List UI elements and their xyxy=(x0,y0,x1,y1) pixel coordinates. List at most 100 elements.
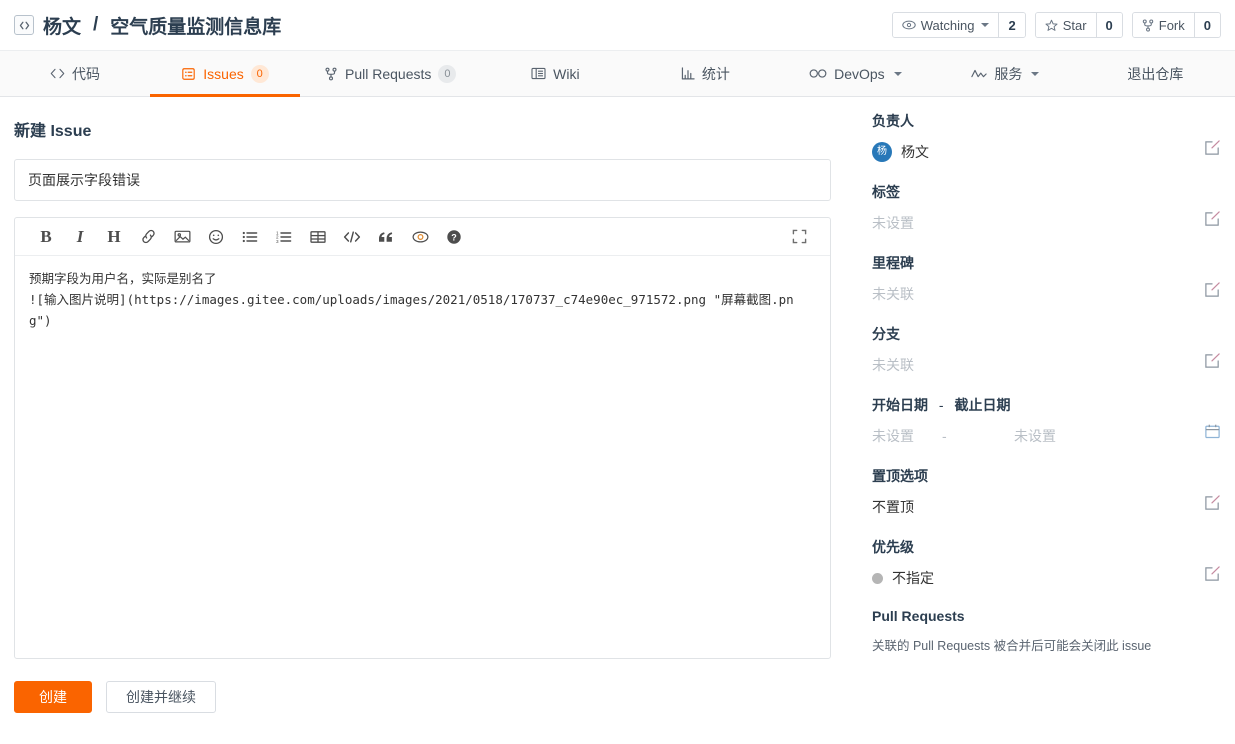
branch-value: 未关联 xyxy=(872,357,914,373)
end-date-value[interactable]: 未设置 xyxy=(1014,426,1056,446)
calendar-icon[interactable] xyxy=(1204,423,1221,445)
nav-item-code[interactable]: 代码 xyxy=(0,51,150,96)
branch-heading: 分支 xyxy=(872,326,900,342)
star-button-group[interactable]: Star 0 xyxy=(1034,12,1123,38)
fork-button[interactable]: Fork xyxy=(1132,13,1194,37)
pull-requests-heading: Pull Requests xyxy=(872,608,965,624)
edit-icon[interactable] xyxy=(1204,281,1221,303)
code-icon[interactable] xyxy=(335,222,369,252)
nav-label-devops: DevOps xyxy=(834,65,885,82)
eye-icon xyxy=(902,20,916,30)
sidebar-section-branch: 分支 未关联 xyxy=(872,324,1221,375)
page-body: 新建 Issue B I H xyxy=(0,97,1235,713)
nav-item-devops[interactable]: DevOps xyxy=(780,51,930,96)
fork-label: Fork xyxy=(1158,17,1185,33)
start-date-heading: 开始日期 xyxy=(872,397,928,413)
link-icon[interactable] xyxy=(131,222,165,252)
chart-icon xyxy=(681,67,695,80)
sidebar-section-labels: 标签 未设置 xyxy=(872,182,1221,233)
pin-value: 不置顶 xyxy=(872,499,914,515)
repo-breadcrumb: 杨文 / 空气质量监测信息库 xyxy=(14,12,281,39)
watch-label: Watching xyxy=(920,17,975,33)
repo-name-link[interactable]: 空气质量监测信息库 xyxy=(110,12,281,39)
repo-header: 杨文 / 空气质量监测信息库 Watching 2 Star 0 Fork 0 xyxy=(0,0,1235,50)
edit-icon[interactable] xyxy=(1204,210,1221,232)
repo-nav: 代码 Issues 0 Pull Requests 0 Wiki 统计 DevO… xyxy=(0,50,1235,97)
dates-value-row: 未设置 - 未设置 xyxy=(872,426,1221,446)
nav-label-wiki: Wiki xyxy=(553,65,580,82)
pull-requests-description: 关联的 Pull Requests 被合并后可能会关闭此 issue xyxy=(872,639,1152,653)
create-button[interactable]: 创建 xyxy=(14,681,92,713)
editor-toolbar: B I H 1 2 3 ? xyxy=(15,218,830,256)
priority-heading: 优先级 xyxy=(872,539,914,555)
nav-item-pull-requests[interactable]: Pull Requests 0 xyxy=(300,51,480,96)
dates-value-dash: - xyxy=(942,428,947,444)
nav-label-services: 服务 xyxy=(994,65,1023,82)
star-label: Star xyxy=(1062,17,1087,33)
star-button[interactable]: Star xyxy=(1035,13,1096,37)
nav-label-code: 代码 xyxy=(72,65,100,82)
heading-icon[interactable]: H xyxy=(97,222,131,252)
dates-heading-dash: - xyxy=(938,397,944,413)
issue-icon xyxy=(181,67,196,81)
assignee-value: 杨 杨文 xyxy=(872,142,1221,162)
header-actions: Watching 2 Star 0 Fork 0 xyxy=(891,12,1221,38)
issue-form-column: 新建 Issue B I H xyxy=(14,97,844,713)
watch-count[interactable]: 2 xyxy=(998,13,1025,37)
code-repo-icon xyxy=(14,15,34,35)
priority-dot-icon xyxy=(872,572,883,584)
quote-icon[interactable] xyxy=(369,222,403,252)
star-count[interactable]: 0 xyxy=(1095,13,1122,37)
avatar: 杨 xyxy=(872,142,892,162)
labels-value: 未设置 xyxy=(872,215,914,231)
emoji-icon[interactable] xyxy=(199,222,233,252)
nav-item-services[interactable]: 服务 xyxy=(930,51,1080,96)
nav-item-wiki[interactable]: Wiki xyxy=(480,51,630,96)
image-icon[interactable] xyxy=(165,222,199,252)
repo-owner-link[interactable]: 杨文 xyxy=(43,12,81,39)
issue-title-input[interactable] xyxy=(14,159,831,201)
svg-text:3: 3 xyxy=(276,238,279,243)
fork-button-group[interactable]: Fork 0 xyxy=(1131,12,1221,38)
nav-item-statistics[interactable]: 统计 xyxy=(630,51,780,96)
start-date-value[interactable]: 未设置 xyxy=(872,426,942,446)
chevron-down-icon xyxy=(981,23,990,27)
svg-text:?: ? xyxy=(451,232,457,242)
nav-item-issues[interactable]: Issues 0 xyxy=(150,51,300,97)
milestone-heading: 里程碑 xyxy=(872,255,914,271)
table-icon[interactable] xyxy=(301,222,335,252)
breadcrumb-separator: / xyxy=(93,14,99,35)
form-actions: 创建 创建并继续 xyxy=(14,681,844,713)
fullscreen-icon[interactable] xyxy=(782,222,816,252)
assignee-heading: 负责人 xyxy=(872,113,914,129)
unordered-list-icon[interactable] xyxy=(233,222,267,252)
watch-button[interactable]: Watching xyxy=(892,13,999,37)
watch-button-group[interactable]: Watching 2 xyxy=(891,12,1026,38)
bold-icon[interactable]: B xyxy=(29,222,63,252)
sidebar-section-dates: 开始日期 - 截止日期 未设置 - 未设置 xyxy=(872,395,1221,446)
markdown-editor: B I H 1 2 3 ? 预期字段为用户名，实际是别名了 ![输入图片说明](… xyxy=(14,217,831,659)
nav-label-statistics: 统计 xyxy=(701,65,730,82)
sidebar-section-priority: 优先级 不指定 xyxy=(872,537,1221,588)
edit-icon[interactable] xyxy=(1204,139,1221,161)
assignee-name[interactable]: 杨文 xyxy=(901,142,929,162)
preview-eye-icon[interactable] xyxy=(403,222,437,252)
issue-sidebar: 负责人 杨 杨文 标签 未设置 里程碑 未关联 分支 未关联 开始日期 - 截止… xyxy=(844,97,1221,713)
edit-icon[interactable] xyxy=(1204,565,1221,587)
issues-count-badge: 0 xyxy=(250,64,269,83)
fork-count[interactable]: 0 xyxy=(1193,13,1220,37)
end-date-heading: 截止日期 xyxy=(954,397,1011,413)
edit-icon[interactable] xyxy=(1204,352,1221,374)
create-and-continue-button[interactable]: 创建并继续 xyxy=(106,681,216,713)
nav-label-issues: Issues xyxy=(203,65,244,82)
nav-item-exit-repo[interactable]: 退出仓库 xyxy=(1080,51,1230,96)
edit-icon[interactable] xyxy=(1204,494,1221,516)
ordered-list-icon[interactable]: 1 2 3 xyxy=(267,222,301,252)
help-icon[interactable]: ? xyxy=(437,222,471,252)
page-title: 新建 Issue xyxy=(14,123,92,140)
italic-icon[interactable]: I xyxy=(63,222,97,252)
book-icon xyxy=(531,67,546,80)
labels-heading: 标签 xyxy=(872,184,900,200)
priority-value: 不指定 xyxy=(892,570,934,586)
issue-body-textarea[interactable]: 预期字段为用户名，实际是别名了 ![输入图片说明](https://images… xyxy=(15,256,830,658)
